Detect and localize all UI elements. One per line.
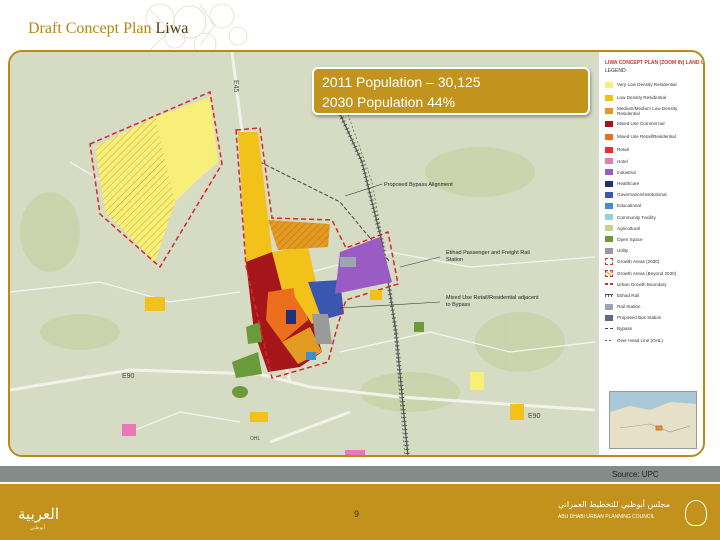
slide-title: Draft Concept Plan Liwa: [28, 20, 188, 38]
legend-swatch: [605, 133, 613, 140]
legend-swatch: [605, 180, 613, 187]
legend-swatch: [605, 169, 613, 176]
legend-swatch: [605, 81, 613, 88]
legend-swatch: [605, 314, 613, 321]
locator-inset-map: [609, 391, 697, 449]
legend-swatch: [605, 214, 613, 221]
map-legend: LIWA CONCEPT PLAN (ZOOM IN) LAND USE LEG…: [598, 52, 705, 455]
legend-swatch: [605, 146, 613, 153]
legend-swatch: [605, 303, 613, 310]
legend-label: Mixed Use Commercial: [617, 121, 665, 127]
population-callout: 2011 Population – 30,125 2030 Population…: [312, 67, 590, 115]
legend-item: Over Head Line (OHL): [605, 335, 701, 346]
slide-title-sub: Liwa: [155, 20, 189, 37]
legend-item: Governance/Institutional: [605, 189, 701, 200]
legend-swatch: [605, 247, 613, 254]
legend-swatch: [605, 269, 613, 277]
legend-swatch: [605, 283, 613, 286]
map-label-rail-station: Etihad Passenger and Freight Rail Statio…: [446, 250, 530, 263]
source-note: Source: UPC: [612, 470, 659, 479]
legend-label: Bypass: [617, 326, 633, 332]
legend-label: Proposed Bus Station: [617, 315, 662, 321]
legend-label: Very Low Density Residential: [617, 82, 677, 87]
map-label-bypass: Proposed Bypass Alignment: [384, 182, 453, 188]
legend-label: Educational: [617, 203, 642, 209]
route-label-e45: E45: [232, 80, 239, 93]
legend-label: Industrial: [617, 169, 636, 175]
legend-label: Over Head Line (OHL): [617, 337, 663, 343]
map-label-ohl: OHL: [250, 436, 261, 442]
footer-left-logo-sub: أبوظبي: [30, 525, 46, 531]
legend-label: Medium/Medium Low Density Residential: [617, 105, 678, 116]
map-frame: Proposed Bypass Alignment Etihad Passeng…: [8, 50, 705, 457]
map-label-mixed-use: Mixed Use Retail/Residential adjacent to…: [446, 295, 539, 308]
legend-item: Hotel: [605, 156, 701, 167]
legend-item: Growth Areas (2030): [605, 256, 701, 267]
route-label-e90-east: E90: [528, 413, 541, 420]
footer-org-name-english: ABU DHABI URBAN PLANNING COUNCIL: [558, 514, 655, 520]
legend-label: Urban Growth Boundary: [617, 281, 667, 287]
legend-swatch: [605, 158, 613, 165]
legend-item: Growth Areas (Beyond 2030): [605, 267, 701, 278]
legend-swatch: [605, 202, 613, 209]
legend-swatch: [605, 236, 613, 243]
legend-label: Retail: [617, 147, 629, 153]
legend-item: Proposed Bus Station: [605, 312, 701, 323]
legend-label: Mixed Use Retail/Residential: [617, 134, 676, 140]
legend-item: Urban Growth Boundary: [605, 279, 701, 290]
population-2011: 2011 Population – 30,125: [322, 74, 481, 90]
legend-item: Mixed Use Commercial: [605, 118, 701, 129]
legend-item: Etihad Rail: [605, 290, 701, 301]
legend-heading: LEGEND:: [605, 68, 627, 74]
legend-swatch: [605, 225, 613, 232]
legend-label: Agricultural: [617, 225, 640, 231]
legend-item: Mixed Use Retail/Residential: [605, 129, 701, 144]
route-label-e90-west: E90: [122, 373, 135, 380]
legend-label: Low Density Residential: [617, 95, 667, 101]
legend-item: Open Space: [605, 234, 701, 245]
legend-label: Open Space: [617, 236, 643, 242]
legend-label: Hotel: [617, 158, 628, 164]
legend-item: Healthcare: [605, 178, 701, 189]
legend-item: Bypass: [605, 323, 701, 334]
legend-label: Growth Areas (Beyond 2030): [617, 270, 677, 276]
legend-label: Growth Areas (2030): [617, 259, 660, 265]
footer-bar: [0, 484, 720, 540]
emblem-icon: [685, 500, 707, 526]
footer-org-name-arabic: مجلس أبوظبي للتخطيط العمراني: [558, 500, 670, 509]
legend-swatch: [605, 293, 613, 297]
legend-item: Medium/Medium Low Density Residential: [605, 103, 701, 118]
legend-item: Low Density Residential: [605, 92, 701, 103]
legend-swatch: [605, 339, 613, 341]
footer-left-logo: العربية: [18, 505, 59, 523]
legend-label: Community Facility: [617, 214, 656, 220]
legend-swatch: [605, 328, 613, 330]
legend-label: Rail Station: [617, 304, 641, 310]
legend-list: Very Low Density Residential Low Density …: [605, 77, 701, 346]
legend-swatch: [605, 107, 613, 114]
legend-label: Etihad Rail: [617, 292, 640, 298]
legend-label: Utility: [617, 248, 629, 254]
legend-item: Educational: [605, 200, 701, 211]
legend-item: Utility: [605, 245, 701, 256]
legend-item: Agricultural: [605, 223, 701, 234]
legend-swatch: [605, 94, 613, 101]
legend-item: Very Low Density Residential: [605, 77, 701, 92]
legend-label: Healthcare: [617, 181, 640, 187]
page-number: 9: [354, 509, 360, 519]
legend-swatch: [605, 258, 613, 266]
legend-swatch: [605, 120, 613, 127]
legend-item: Rail Station: [605, 301, 701, 312]
population-2030: 2030 Population 44%: [322, 94, 456, 110]
legend-swatch: [605, 191, 613, 198]
legend-item: Retail: [605, 144, 701, 155]
legend-title: LIWA CONCEPT PLAN (ZOOM IN) LAND USE: [605, 60, 705, 66]
legend-item: Community Facility: [605, 212, 701, 223]
legend-label: Governance/Institutional: [617, 192, 667, 198]
slide-title-main: Draft Concept Plan: [28, 20, 152, 37]
legend-item: Industrial: [605, 167, 701, 178]
